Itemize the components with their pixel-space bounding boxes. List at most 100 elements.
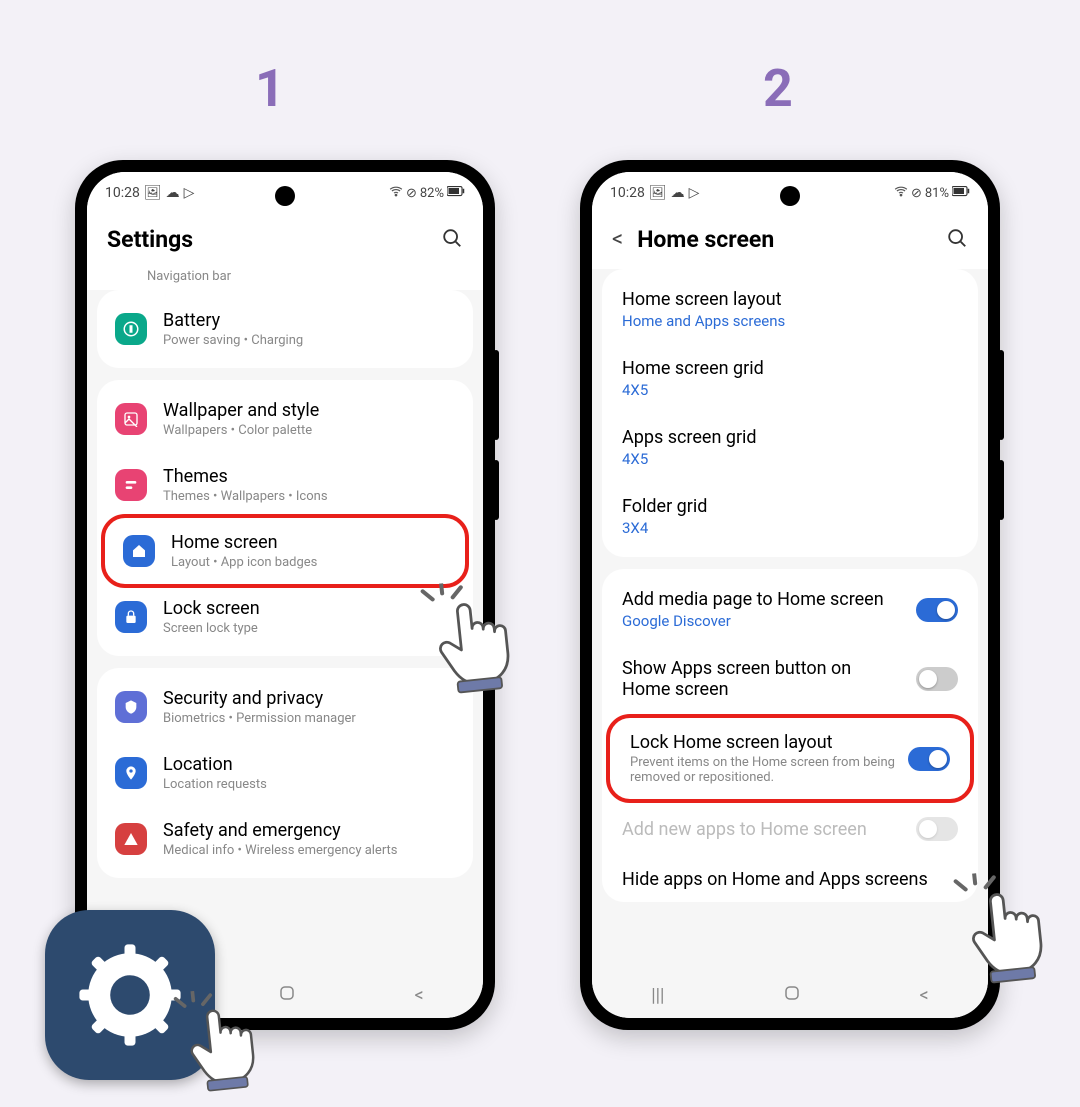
item-subtitle: Medical info • Wireless emergency alerts: [163, 843, 455, 858]
toggle-switch[interactable]: [908, 747, 950, 771]
battery-percent: 82%: [420, 186, 444, 201]
gallery-icon: 🖼: [649, 185, 667, 201]
item-title: Add media page to Home screen: [622, 589, 904, 610]
header: < Home screen: [592, 208, 988, 269]
page-title: Settings: [107, 226, 193, 253]
item-title: Lock Home screen layout: [630, 732, 896, 753]
battery-icon: [952, 185, 970, 201]
search-icon[interactable]: [946, 227, 968, 253]
step-2-label: 2: [763, 58, 793, 119]
settings-item-location[interactable]: Location Location requests: [97, 740, 473, 806]
cloud-icon: ☁: [166, 185, 180, 201]
phone-mockup-2: 10:28 🖼 ☁ ▷ ⊘ 81% < Home screen: [580, 160, 1000, 1030]
section: Home screen layout Home and Apps screens…: [602, 269, 978, 557]
recent-apps-button[interactable]: |||: [651, 985, 664, 1006]
item-title: Home screen grid: [622, 358, 958, 379]
battery-icon: [115, 313, 147, 345]
settings-item-themes[interactable]: Themes Themes • Wallpapers • Icons: [97, 452, 473, 518]
show-apps-button-item[interactable]: Show Apps screen button on Home screen: [602, 644, 978, 714]
home-button[interactable]: [278, 984, 296, 1007]
power-button: [998, 460, 1004, 520]
step-1-label: 1: [255, 58, 285, 119]
settings-item-home-screen[interactable]: Home screen Layout • App icon badges: [101, 514, 469, 588]
settings-item-safety[interactable]: Safety and emergency Medical info • Wire…: [97, 806, 473, 872]
section: Add media page to Home screen Google Dis…: [602, 569, 978, 902]
clock: 10:28: [610, 185, 645, 201]
item-title: Add new apps to Home screen: [622, 819, 904, 840]
folder-grid-item[interactable]: Folder grid 3X4: [602, 482, 978, 551]
item-value: 4X5: [622, 450, 958, 468]
wallpaper-icon: [115, 403, 147, 435]
toggle-switch[interactable]: [916, 817, 958, 841]
item-subtitle: Power saving • Charging: [163, 333, 455, 348]
play-icon: ▷: [184, 185, 195, 201]
item-title: Apps screen grid: [622, 427, 958, 448]
section: Security and privacy Biometrics • Permis…: [97, 668, 473, 878]
tap-cursor-icon: [949, 865, 1071, 996]
play-icon: ▷: [689, 185, 700, 201]
header: Settings: [87, 208, 483, 269]
battery-icon: [447, 185, 465, 201]
home-button[interactable]: [783, 984, 801, 1007]
no-signal-icon: ⊘: [406, 186, 417, 201]
item-title: Home screen layout: [622, 289, 958, 310]
apps-screen-grid-item[interactable]: Apps screen grid 4X5: [602, 413, 978, 482]
battery-percent: 81%: [925, 186, 949, 201]
tap-cursor-icon: [416, 575, 538, 706]
no-signal-icon: ⊘: [911, 186, 922, 201]
add-new-apps-item[interactable]: Add new apps to Home screen: [602, 803, 978, 855]
tap-cursor-icon: [170, 983, 281, 1103]
page-title: Home screen: [637, 226, 774, 253]
prev-item-label: Navigation bar: [87, 269, 483, 290]
add-media-page-item[interactable]: Add media page to Home screen Google Dis…: [602, 575, 978, 644]
item-subtitle: Screen lock type: [163, 621, 455, 636]
toggle-switch[interactable]: [916, 598, 958, 622]
toggle-switch[interactable]: [916, 667, 958, 691]
cloud-icon: ☁: [671, 185, 685, 201]
item-title: Location: [163, 754, 455, 775]
back-button[interactable]: <: [415, 985, 424, 1006]
settings-item-wallpaper[interactable]: Wallpaper and style Wallpapers • Color p…: [97, 386, 473, 452]
lock-home-layout-item[interactable]: Lock Home screen layout Prevent items on…: [606, 714, 974, 803]
item-subtitle: Location requests: [163, 777, 455, 792]
home-screen-grid-item[interactable]: Home screen grid 4X5: [602, 344, 978, 413]
item-title: Hide apps on Home and Apps screens: [622, 869, 958, 890]
location-icon: [115, 757, 147, 789]
volume-button: [493, 350, 499, 440]
camera-notch: [780, 186, 800, 206]
back-button[interactable]: <: [920, 985, 929, 1006]
settings-item-battery[interactable]: Battery Power saving • Charging: [97, 296, 473, 362]
item-description: Prevent items on the Home screen from be…: [630, 755, 896, 785]
back-button[interactable]: <: [612, 227, 623, 252]
section: Battery Power saving • Charging: [97, 290, 473, 368]
settings-item-security[interactable]: Security and privacy Biometrics • Permis…: [97, 674, 473, 740]
navigation-bar: ||| <: [592, 972, 988, 1018]
wifi-icon: [389, 184, 403, 202]
item-title: Home screen: [171, 532, 447, 553]
item-title: Safety and emergency: [163, 820, 455, 841]
item-value: 3X4: [622, 519, 958, 537]
item-subtitle: Biometrics • Permission manager: [163, 711, 455, 726]
wifi-icon: [894, 184, 908, 202]
item-title: Folder grid: [622, 496, 958, 517]
power-button: [493, 460, 499, 520]
lock-icon: [115, 601, 147, 633]
camera-notch: [275, 186, 295, 206]
item-title: Battery: [163, 310, 455, 331]
item-subtitle: Layout • App icon badges: [171, 555, 447, 570]
gallery-icon: 🖼: [144, 185, 162, 201]
section: Wallpaper and style Wallpapers • Color p…: [97, 380, 473, 656]
item-title: Security and privacy: [163, 688, 455, 709]
home-icon: [123, 535, 155, 567]
item-value: 4X5: [622, 381, 958, 399]
item-title: Lock screen: [163, 598, 455, 619]
home-screen-layout-item[interactable]: Home screen layout Home and Apps screens: [602, 275, 978, 344]
hide-apps-item[interactable]: Hide apps on Home and Apps screens: [602, 855, 978, 892]
clock: 10:28: [105, 185, 140, 201]
item-title: Themes: [163, 466, 455, 487]
search-icon[interactable]: [441, 227, 463, 253]
item-value: Google Discover: [622, 612, 904, 630]
item-subtitle: Themes • Wallpapers • Icons: [163, 489, 455, 504]
volume-button: [998, 350, 1004, 440]
item-title: Show Apps screen button on Home screen: [622, 658, 904, 700]
